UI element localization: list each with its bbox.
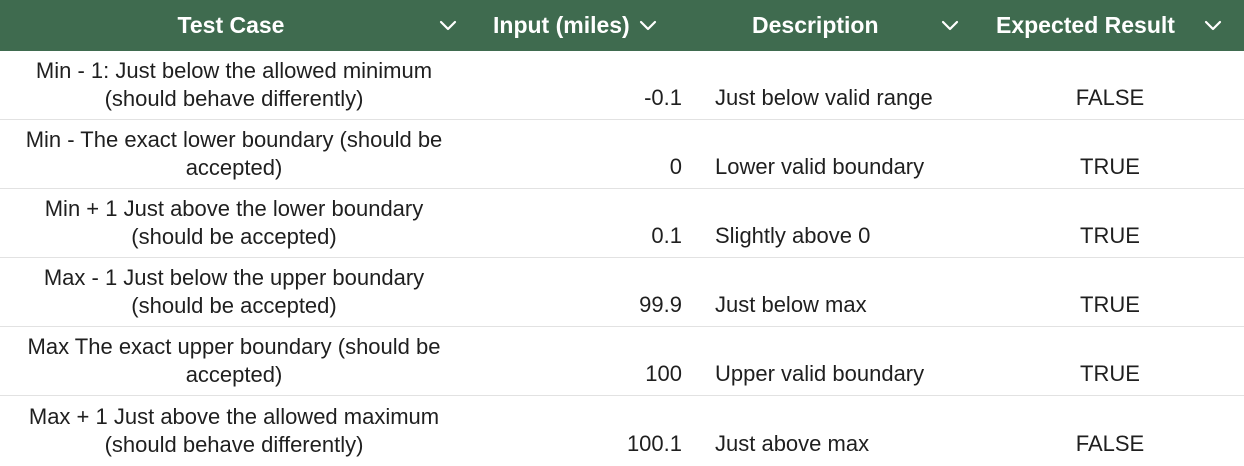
expected-result-cell[interactable]: TRUE — [976, 120, 1244, 188]
input-cell[interactable]: 99.9 — [472, 258, 694, 326]
test-case-cell[interactable]: Min - The exact lower boundary (should b… — [0, 120, 472, 188]
column-header-expected-result[interactable]: Expected Result — [976, 0, 1244, 51]
expected-result-cell[interactable]: TRUE — [976, 327, 1244, 395]
test-case-cell[interactable]: Max - 1 Just below the upper boundary (s… — [0, 258, 472, 326]
expected-result-cell[interactable]: FALSE — [976, 396, 1244, 465]
table-row: Min - The exact lower boundary (should b… — [0, 120, 1244, 189]
test-case-cell[interactable]: Min - 1: Just below the allowed minimum … — [0, 51, 472, 119]
expected-result-cell[interactable]: FALSE — [976, 51, 1244, 119]
chevron-down-icon[interactable] — [638, 16, 658, 36]
table-row: Max The exact upper boundary (should be … — [0, 327, 1244, 396]
table-row: Max + 1 Just above the allowed maximum (… — [0, 396, 1244, 465]
table-row: Min - 1: Just below the allowed minimum … — [0, 51, 1244, 120]
description-cell[interactable]: Just below max — [694, 258, 976, 326]
test-case-text: Min - The exact lower boundary (should b… — [25, 127, 443, 180]
table-row: Max - 1 Just below the upper boundary (s… — [0, 258, 1244, 327]
test-case-text: Min - 1: Just below the allowed minimum … — [35, 58, 433, 111]
description-cell[interactable]: Just below valid range — [694, 51, 976, 119]
data-table: Test Case Input (miles) Description Expe… — [0, 0, 1244, 466]
expected-result-cell[interactable]: TRUE — [976, 258, 1244, 326]
expected-result-cell[interactable]: TRUE — [976, 189, 1244, 257]
input-cell[interactable]: 0.1 — [472, 189, 694, 257]
input-cell[interactable]: 0 — [472, 120, 694, 188]
table-body: Min - 1: Just below the allowed minimum … — [0, 51, 1244, 465]
test-case-cell[interactable]: Min + 1 Just above the lower boundary (s… — [0, 189, 472, 257]
chevron-down-icon[interactable] — [940, 16, 960, 36]
description-cell[interactable]: Upper valid boundary — [694, 327, 976, 395]
test-case-text: Max - 1 Just below the upper boundary (s… — [43, 265, 425, 318]
column-header-label: Expected Result — [996, 12, 1175, 38]
description-cell[interactable]: Slightly above 0 — [694, 189, 976, 257]
description-cell[interactable]: Just above max — [694, 396, 976, 465]
input-cell[interactable]: 100 — [472, 327, 694, 395]
column-header-label: Input (miles) — [493, 12, 630, 38]
column-header-description[interactable]: Description — [694, 0, 976, 51]
test-case-text: Max The exact upper boundary (should be … — [27, 334, 441, 387]
table-row: Min + 1 Just above the lower boundary (s… — [0, 189, 1244, 258]
description-cell[interactable]: Lower valid boundary — [694, 120, 976, 188]
input-cell[interactable]: 100.1 — [472, 396, 694, 465]
chevron-down-icon[interactable] — [438, 16, 458, 36]
column-header-label: Description — [752, 12, 879, 38]
input-cell[interactable]: -0.1 — [472, 51, 694, 119]
column-header-label: Test Case — [177, 12, 285, 38]
test-case-cell[interactable]: Max + 1 Just above the allowed maximum (… — [0, 396, 472, 465]
chevron-down-icon[interactable] — [1203, 16, 1223, 36]
table-header: Test Case Input (miles) Description Expe… — [0, 0, 1244, 51]
test-case-cell[interactable]: Max The exact upper boundary (should be … — [0, 327, 472, 395]
column-header-test-case[interactable]: Test Case — [0, 0, 472, 51]
test-case-text: Max + 1 Just above the allowed maximum (… — [28, 403, 440, 457]
column-header-input-miles[interactable]: Input (miles) — [472, 0, 694, 51]
test-case-text: Min + 1 Just above the lower boundary (s… — [44, 196, 424, 249]
